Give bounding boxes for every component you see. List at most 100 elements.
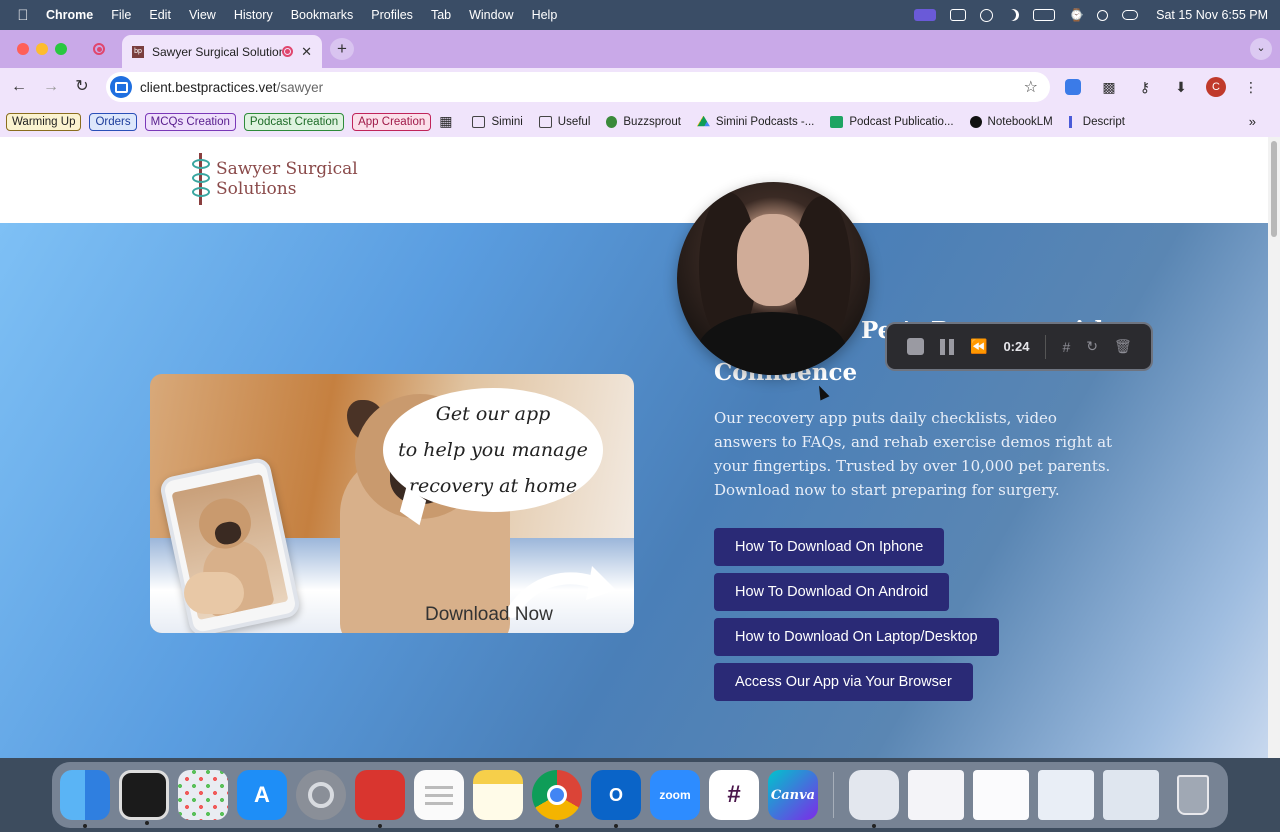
minimized-window-4-icon[interactable] [1103, 770, 1159, 820]
menu-view[interactable]: View [189, 8, 216, 22]
macos-dock: A O zoom # Canva [52, 762, 1228, 828]
profile-avatar[interactable]: C [1206, 77, 1226, 97]
camera-icon[interactable] [950, 9, 967, 21]
screen-mirroring-icon[interactable] [914, 9, 937, 21]
scrollbar-thumb[interactable] [1271, 141, 1277, 237]
menu-bookmarks[interactable]: Bookmarks [291, 8, 354, 22]
notes-icon[interactable] [473, 770, 523, 820]
launchpad-icon[interactable] [178, 770, 228, 820]
bookmark-notebooklm[interactable]: NotebookLM [969, 115, 1053, 128]
promo-line-1: Get our app [435, 403, 551, 425]
pause-icon[interactable] [940, 338, 954, 355]
hero-section: Get our app to help you manage recovery … [0, 223, 1268, 758]
stop-icon[interactable] [907, 338, 924, 355]
app-store-icon[interactable]: A [237, 770, 287, 820]
screenshot-app-icon[interactable] [119, 770, 169, 825]
wifi-icon[interactable]: ⌚ [1069, 9, 1084, 21]
menu-window[interactable]: Window [469, 8, 513, 22]
minimized-window-1-icon[interactable] [908, 770, 964, 820]
menu-profiles[interactable]: Profiles [371, 8, 413, 22]
trash-icon[interactable]: 🗑 [1114, 338, 1132, 355]
finder-icon[interactable] [60, 770, 110, 828]
bookmark-simini-podcasts[interactable]: Simini Podcasts -... [696, 115, 814, 128]
canva-icon[interactable]: Canva [768, 770, 818, 820]
bookmark-star-icon[interactable]: ☆ [1024, 77, 1038, 97]
desktop-bottom: A O zoom # Canva [0, 758, 1280, 832]
bookmarks-bar: Warming Up Orders MCQs Creation Podcast … [0, 106, 1280, 137]
promo-image[interactable]: Get our app to help you manage recovery … [150, 374, 634, 633]
restart-icon[interactable]: ↻ [1086, 338, 1098, 355]
reminders-icon[interactable] [414, 770, 464, 820]
photo-booth-icon[interactable] [355, 770, 405, 828]
menu-edit[interactable]: Edit [149, 8, 171, 22]
info-icon[interactable] [980, 8, 994, 22]
menu-help[interactable]: Help [532, 8, 558, 22]
recording-tab[interactable] [84, 36, 114, 62]
apple-icon[interactable]:  [0, 7, 46, 24]
slack-icon[interactable]: # [709, 770, 759, 820]
bookmark-podcast-creation[interactable]: Podcast Creation [243, 112, 345, 131]
recording-controls: ⏪ 0:24 # ↻ 🗑 [885, 322, 1153, 371]
bookmark-orders[interactable]: Orders [89, 112, 137, 131]
battery-icon[interactable] [1033, 9, 1056, 21]
page-scrollbar[interactable] [1268, 137, 1280, 758]
bookmark-mcqs-creation[interactable]: MCQs Creation [144, 112, 236, 131]
close-tab-icon[interactable]: ✕ [301, 44, 312, 60]
buzzsprout-icon [606, 115, 618, 128]
minimized-window-3-icon[interactable] [1038, 770, 1094, 820]
bookmark-descript[interactable]: Descript [1068, 115, 1125, 128]
bookmark-podcast-publication[interactable]: Podcast Publicatio... [830, 115, 954, 128]
site-logo[interactable]: Sawyer Surgical Solutions [192, 153, 358, 205]
menu-file[interactable]: File [111, 8, 131, 22]
menu-bar-clock[interactable]: Sat 15 Nov 6:55 PM [1156, 8, 1268, 22]
rewind-icon[interactable]: ⏪ [970, 338, 987, 355]
download-icon[interactable]: ⬇ [1170, 76, 1192, 98]
tab-search-chevron-icon[interactable]: ⌄ [1250, 38, 1272, 60]
browser-toolbar: ← → ↻ client.bestpractices.vet/sawyer ☆ … [0, 68, 1280, 106]
trash-bin-icon[interactable] [1168, 770, 1218, 820]
menu-app-name[interactable]: Chrome [46, 8, 93, 22]
bookmark-buzzsprout[interactable]: Buzzsprout [606, 115, 681, 128]
password-key-icon[interactable]: ⚷ [1134, 76, 1156, 98]
drawing-grid-icon[interactable]: # [1062, 339, 1070, 355]
minimize-window-button[interactable] [36, 43, 48, 55]
more-bookmarks-chevron-icon[interactable]: » [1249, 114, 1256, 129]
menu-history[interactable]: History [234, 8, 273, 22]
tab-sawyer-surgical[interactable]: bp Sawyer Surgical Solutions ✕ [122, 35, 322, 68]
extensions-puzzle-icon[interactable]: ▩ [1098, 76, 1120, 98]
download-android-button[interactable]: How To Download On Android [714, 573, 950, 611]
logo-line-2: Solutions [216, 179, 297, 199]
window-controls [17, 43, 67, 55]
back-arrow-icon[interactable]: ← [8, 76, 30, 98]
webcam-bubble[interactable] [677, 182, 870, 375]
new-tab-button[interactable]: + [330, 38, 354, 60]
bookmark-app-creation[interactable]: App Creation [352, 112, 432, 131]
minimized-window-2-icon[interactable] [973, 770, 1029, 820]
download-iphone-button[interactable]: How To Download On Iphone [714, 528, 945, 566]
menu-tab[interactable]: Tab [431, 8, 451, 22]
browser-access-button[interactable]: Access Our App via Your Browser [714, 663, 973, 701]
browser-chrome: bp Sawyer Surgical Solutions ✕ + ⌄ ← → ↻… [0, 30, 1280, 137]
zoom-app-icon[interactable]: zoom [650, 770, 700, 820]
apps-grid-icon[interactable]: ▦ [439, 113, 452, 130]
spotlight-search-icon[interactable] [1097, 9, 1109, 21]
bookmark-label: Simini [491, 115, 523, 128]
chrome-menu-icon[interactable]: ⋮ [1240, 76, 1262, 98]
download-desktop-button[interactable]: How to Download On Laptop/Desktop [714, 618, 999, 656]
zoom-window-button[interactable] [55, 43, 67, 55]
moon-icon[interactable] [1007, 9, 1019, 21]
chrome-icon[interactable] [532, 770, 582, 828]
preview-app-icon[interactable] [849, 770, 899, 828]
forward-arrow-icon[interactable]: → [40, 76, 62, 98]
bookmark-useful[interactable]: Useful [538, 115, 590, 128]
bookmark-simini[interactable]: Simini [472, 115, 523, 128]
bookmark-warming-up[interactable]: Warming Up [6, 112, 82, 131]
outlook-icon[interactable]: O [591, 770, 641, 828]
extension-icon[interactable] [1062, 76, 1084, 98]
address-bar[interactable]: client.bestpractices.vet/sawyer ☆ [106, 72, 1050, 102]
site-info-icon[interactable] [110, 76, 132, 98]
reload-icon[interactable]: ↻ [71, 76, 93, 98]
system-settings-icon[interactable] [296, 770, 346, 820]
control-center-icon[interactable] [1122, 10, 1139, 20]
close-window-button[interactable] [17, 43, 29, 55]
